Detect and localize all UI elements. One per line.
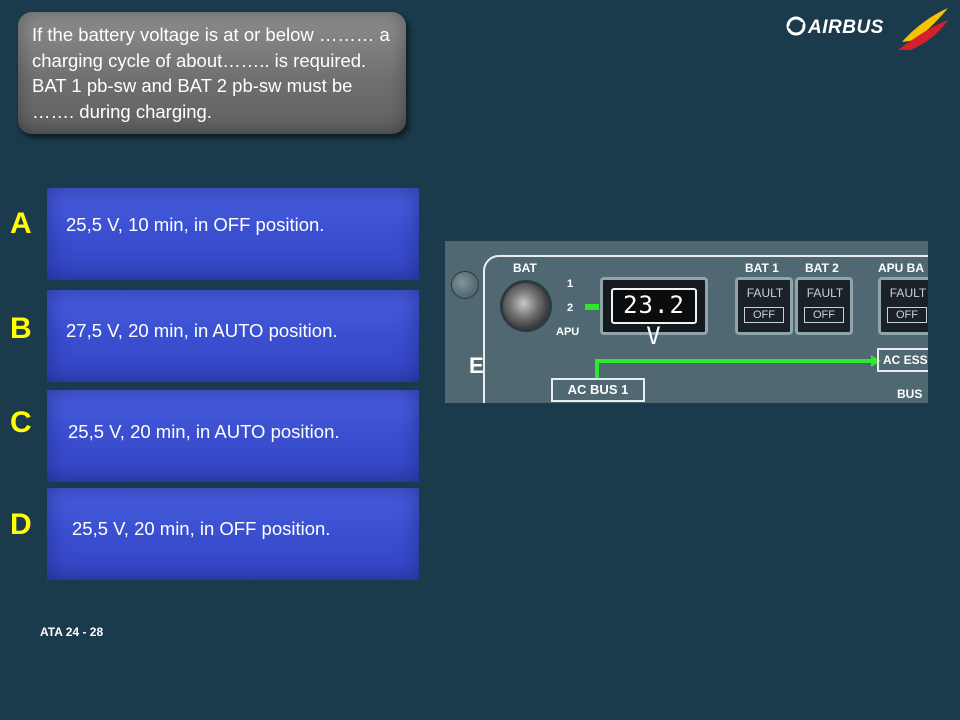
option-letter-c: C [10,406,32,439]
ac-bus-1-label: AC BUS 1 [551,378,645,402]
airbus-emblem-icon [786,16,806,36]
airbus-logo: AIRBUS [786,6,952,52]
option-letter-d: D [10,508,32,541]
bus-label: BUS [897,387,923,401]
option-b-text: 27,5 V, 20 min, in AUTO position. [66,320,338,341]
option-b-button[interactable]: 27,5 V, 20 min, in AUTO position. [47,290,419,382]
option-a-text: 25,5 V, 10 min, in OFF position. [66,214,325,235]
option-d-button[interactable]: 25,5 V, 20 min, in OFF position. [47,488,419,580]
option-letter-a: A [10,207,32,240]
iberia-wing-icon [898,8,948,50]
option-a-button[interactable]: 25,5 V, 10 min, in OFF position. [47,188,419,280]
panel-side-letter: E [469,353,484,378]
option-c-text: 25,5 V, 20 min, in AUTO position. [68,421,340,442]
elec-panel-image: BAT 1 2 APU 23.2 V BAT 1 BAT 2 APU BA FA… [445,241,928,403]
ac-ess-label: AC ESS [877,348,928,372]
question-box: If the battery voltage is at or below ……… [18,12,406,134]
green-flow-line [595,355,881,379]
question-text: If the battery voltage is at or below ……… [32,24,390,122]
option-c-button[interactable]: 25,5 V, 20 min, in AUTO position. [47,390,419,482]
option-d-text: 25,5 V, 20 min, in OFF position. [72,518,331,539]
option-letter-b: B [10,312,32,345]
slide-footer: ATA 24 - 28 [40,625,104,639]
airbus-logo-text: AIRBUS [808,17,884,38]
